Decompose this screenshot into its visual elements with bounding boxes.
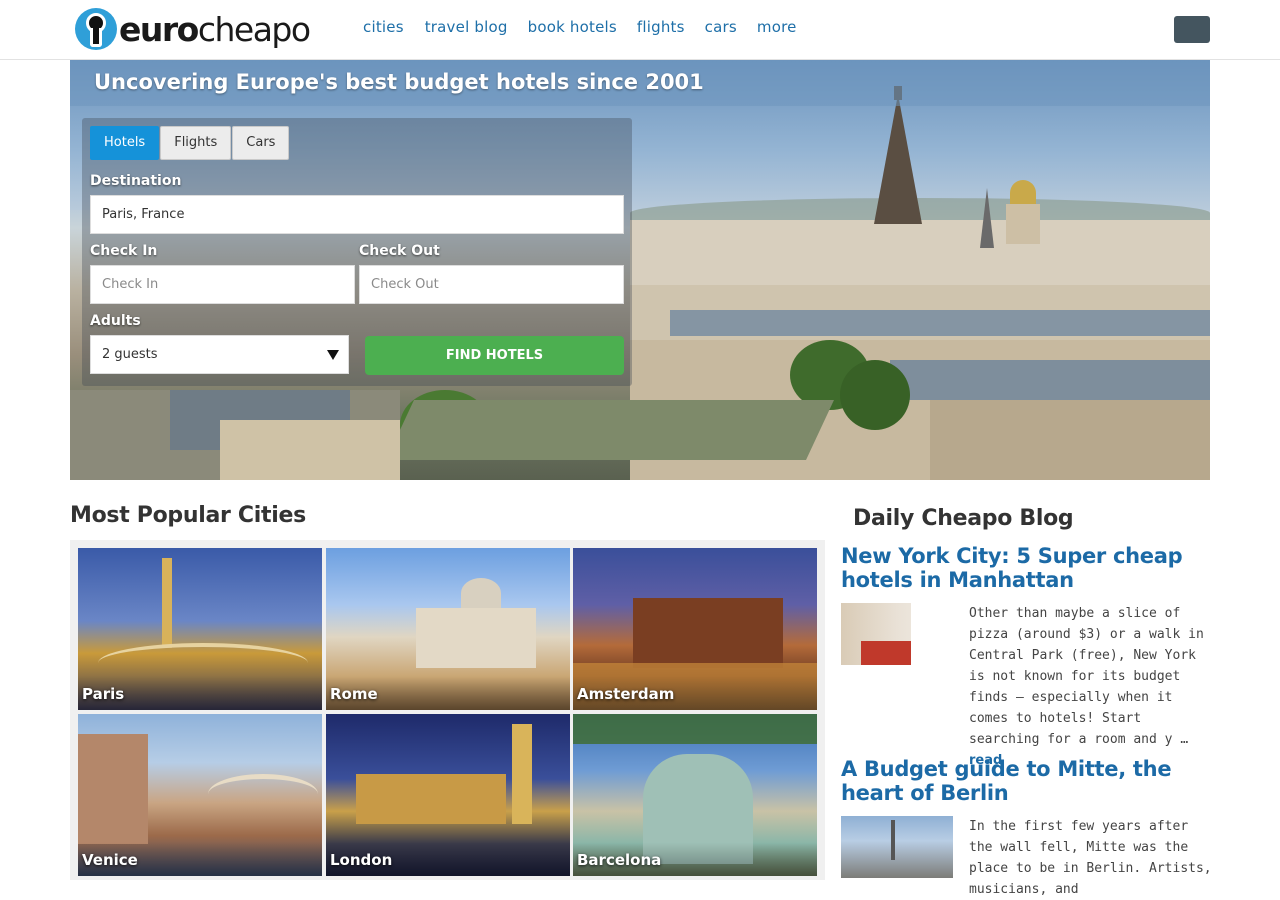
nav-travel-blog[interactable]: travel blog — [425, 18, 508, 36]
city-name-paris: Paris — [82, 685, 125, 703]
city-name-amsterdam: Amsterdam — [577, 685, 675, 703]
find-hotels-button[interactable]: FIND HOTELS — [365, 336, 624, 375]
nav-more[interactable]: more — [757, 18, 797, 36]
site-header: eurocheapo cities travel blog book hotel… — [0, 0, 1280, 60]
blog-post-thumbnail[interactable] — [841, 816, 953, 878]
eurocheapo-logo[interactable]: eurocheapo — [75, 7, 311, 51]
nav-book-hotels[interactable]: book hotels — [528, 18, 617, 36]
checkout-label: Check Out — [359, 243, 440, 259]
city-name-barcelona: Barcelona — [577, 851, 662, 869]
nav-cars[interactable]: cars — [705, 18, 737, 36]
search-tabs: Hotels Flights Cars — [90, 126, 290, 160]
checkin-input[interactable]: Check In — [90, 265, 355, 304]
blog-post-excerpt: In the first few years after the wall fe… — [969, 819, 1212, 897]
blog-post-title[interactable]: New York City: 5 Super cheap hotels in M… — [841, 544, 1211, 592]
tab-cars[interactable]: Cars — [232, 126, 290, 160]
city-card-amsterdam[interactable]: Amsterdam — [573, 548, 817, 710]
destination-input[interactable]: Paris, France — [90, 195, 624, 234]
city-card-barcelona[interactable]: Barcelona — [573, 714, 817, 876]
hotel-search-form: Hotels Flights Cars Destination Paris, F… — [82, 118, 632, 386]
blog-section-title: Daily Cheapo Blog — [853, 506, 1074, 531]
nav-flights[interactable]: flights — [637, 18, 685, 36]
logo-wordmark: eurocheapo — [119, 9, 311, 49]
eiffel-tower — [874, 94, 922, 224]
city-name-venice: Venice — [82, 851, 138, 869]
nav-cities[interactable]: cities — [363, 18, 404, 36]
adults-selected-value: 2 guests — [102, 347, 158, 362]
checkin-label: Check In — [90, 243, 158, 259]
blog-post-thumbnail[interactable] — [841, 603, 953, 665]
blog-post-excerpt: Other than maybe a slice of pizza (aroun… — [969, 606, 1204, 768]
adults-label: Adults — [90, 313, 141, 329]
popular-cities-title: Most Popular Cities — [70, 503, 306, 528]
keyhole-icon — [75, 8, 117, 50]
city-card-venice[interactable]: Venice — [78, 714, 322, 876]
hero-title: Uncovering Europe's best budget hotels s… — [94, 70, 704, 94]
city-card-paris[interactable]: Paris — [78, 548, 322, 710]
destination-label: Destination — [90, 173, 182, 189]
tab-flights[interactable]: Flights — [160, 126, 232, 160]
blog-post-title[interactable]: A Budget guide to Mitte, the heart of Be… — [841, 757, 1211, 805]
checkout-input[interactable]: Check Out — [359, 265, 624, 304]
popular-cities-grid: Paris Rome Amsterdam Venice London Barce… — [70, 540, 825, 880]
adults-select[interactable]: 2 guests — [90, 335, 349, 374]
main-nav: cities travel blog book hotels flights c… — [363, 18, 817, 36]
city-name-london: London — [330, 851, 393, 869]
menu-button[interactable] — [1174, 16, 1210, 43]
city-name-rome: Rome — [330, 685, 378, 703]
tab-hotels[interactable]: Hotels — [90, 126, 160, 160]
city-card-london[interactable]: London — [326, 714, 570, 876]
hero-banner: Uncovering Europe's best budget hotels s… — [70, 60, 1210, 480]
caret-down-icon — [327, 350, 339, 360]
city-card-rome[interactable]: Rome — [326, 548, 570, 710]
